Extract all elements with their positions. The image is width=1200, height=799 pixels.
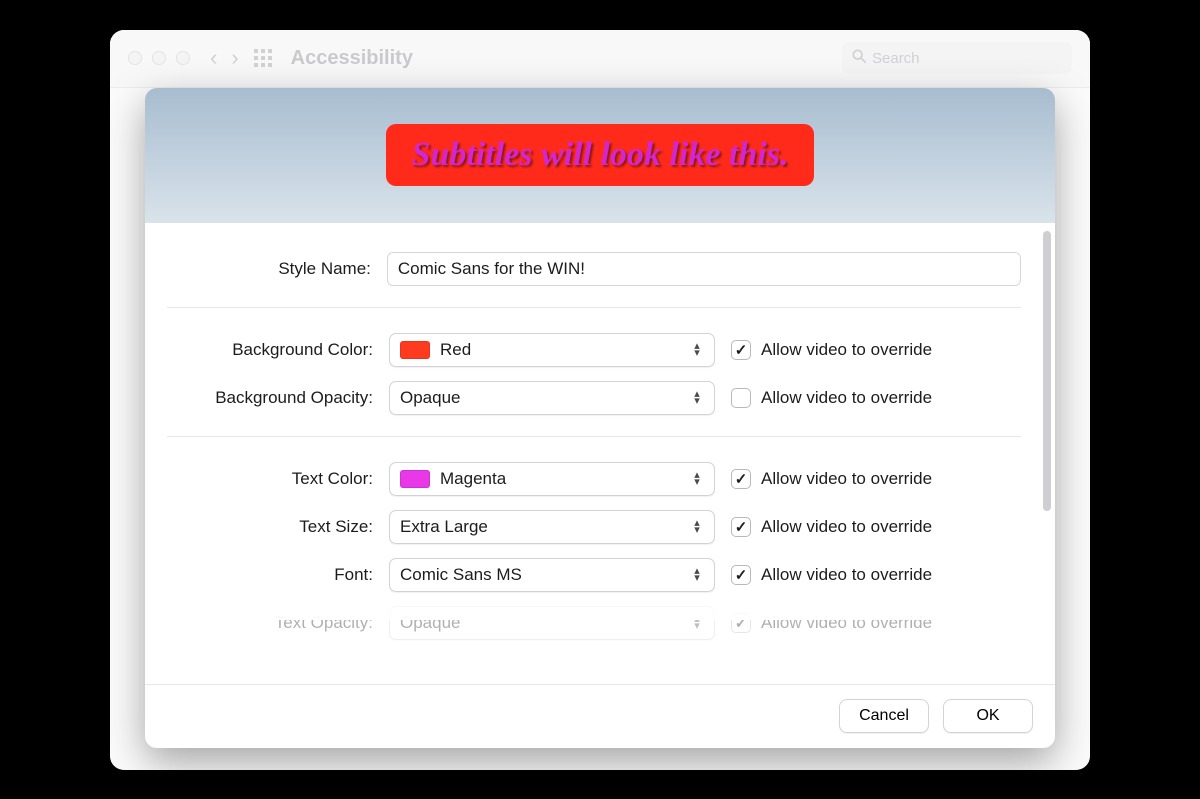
background-color-label: Background Color: — [155, 340, 373, 360]
font-popup[interactable]: Comic Sans MS ▴▾ — [389, 558, 715, 592]
popup-value: Extra Large — [400, 517, 678, 537]
override-label: Allow video to override — [761, 340, 932, 360]
style-name-label: Style Name: — [155, 259, 371, 279]
text-opacity-popup[interactable]: Opaque ▴▾ — [389, 606, 715, 640]
text-size-label: Text Size: — [155, 517, 373, 537]
font-row: Font: Comic Sans MS ▴▾ Allow video to ov… — [155, 551, 1021, 599]
override-label: Allow video to override — [761, 469, 932, 489]
bg-opacity-override-checkbox[interactable] — [731, 388, 751, 408]
background-opacity-row: Background Opacity: Opaque ▴▾ Allow vide… — [155, 374, 1021, 422]
text-color-popup[interactable]: Magenta ▴▾ — [389, 462, 715, 496]
background-color-row: Background Color: Red ▴▾ Allow video to … — [155, 326, 1021, 374]
toolbar-nav: ‹ › — [210, 47, 273, 69]
background-opacity-label: Background Opacity: — [155, 388, 373, 408]
chevron-updown-icon: ▴▾ — [688, 568, 706, 582]
style-name-value: Comic Sans for the WIN! — [398, 259, 585, 279]
text-size-row: Text Size: Extra Large ▴▾ Allow video to… — [155, 503, 1021, 551]
chevron-updown-icon: ▴▾ — [688, 391, 706, 405]
divider — [167, 436, 1021, 437]
scrollbar[interactable] — [1043, 231, 1051, 511]
override-label: Allow video to override — [761, 613, 932, 633]
text-size-popup[interactable]: Extra Large ▴▾ — [389, 510, 715, 544]
chevron-updown-icon: ▴▾ — [688, 616, 706, 630]
color-swatch — [400, 341, 430, 359]
override-label: Allow video to override — [761, 517, 932, 537]
popup-value: Comic Sans MS — [400, 565, 678, 585]
text-color-label: Text Color: — [155, 469, 373, 489]
divider — [167, 307, 1021, 308]
close-window-button[interactable] — [128, 51, 142, 65]
text-opacity-override-checkbox[interactable] — [731, 613, 751, 633]
popup-value: Magenta — [440, 469, 678, 489]
font-override-checkbox[interactable] — [731, 565, 751, 585]
color-swatch — [400, 470, 430, 488]
caption-style-sheet: Subtitles will look like this. Style Nam… — [145, 88, 1055, 748]
titlebar: ‹ › Accessibility Search — [110, 30, 1090, 88]
chevron-updown-icon: ▴▾ — [688, 343, 706, 357]
popup-value: Opaque — [400, 388, 678, 408]
show-all-button[interactable] — [253, 48, 273, 68]
chevron-updown-icon: ▴▾ — [688, 520, 706, 534]
zoom-window-button[interactable] — [176, 51, 190, 65]
text-color-row: Text Color: Magenta ▴▾ Allow video to ov… — [155, 455, 1021, 503]
text-opacity-row: Text Opacity: Opaque ▴▾ Allow video to o… — [155, 599, 1021, 647]
window-title: Accessibility — [291, 47, 413, 70]
popup-value: Red — [440, 340, 678, 360]
style-name-input[interactable]: Comic Sans for the WIN! — [387, 252, 1021, 286]
text-size-override-checkbox[interactable] — [731, 517, 751, 537]
ok-button[interactable]: OK — [943, 699, 1033, 733]
minimize-window-button[interactable] — [152, 51, 166, 65]
search-input[interactable]: Search — [842, 42, 1072, 74]
window-controls — [128, 51, 190, 65]
ok-button-label: OK — [976, 707, 999, 725]
back-button[interactable]: ‹ — [210, 47, 217, 69]
cancel-button-label: Cancel — [859, 707, 909, 725]
background-color-popup[interactable]: Red ▴▾ — [389, 333, 715, 367]
forward-button[interactable]: › — [231, 47, 238, 69]
form-scroll-area: Style Name: Comic Sans for the WIN! Back… — [145, 223, 1055, 684]
search-placeholder: Search — [872, 50, 920, 67]
cancel-button[interactable]: Cancel — [839, 699, 929, 733]
chevron-updown-icon: ▴▾ — [688, 472, 706, 486]
subtitle-sample: Subtitles will look like this. — [386, 124, 815, 186]
text-opacity-label: Text Opacity: — [155, 613, 373, 633]
background-opacity-popup[interactable]: Opaque ▴▾ — [389, 381, 715, 415]
style-name-row: Style Name: Comic Sans for the WIN! — [155, 245, 1021, 293]
font-label: Font: — [155, 565, 373, 585]
override-label: Allow video to override — [761, 388, 932, 408]
bg-color-override-checkbox[interactable] — [731, 340, 751, 360]
popup-value: Opaque — [400, 613, 678, 633]
preferences-window: ‹ › Accessibility Search Subtitles will … — [110, 30, 1090, 770]
search-icon — [852, 49, 866, 67]
text-color-override-checkbox[interactable] — [731, 469, 751, 489]
subtitle-preview: Subtitles will look like this. — [145, 88, 1055, 223]
sheet-footer: Cancel OK — [145, 684, 1055, 748]
override-label: Allow video to override — [761, 565, 932, 585]
